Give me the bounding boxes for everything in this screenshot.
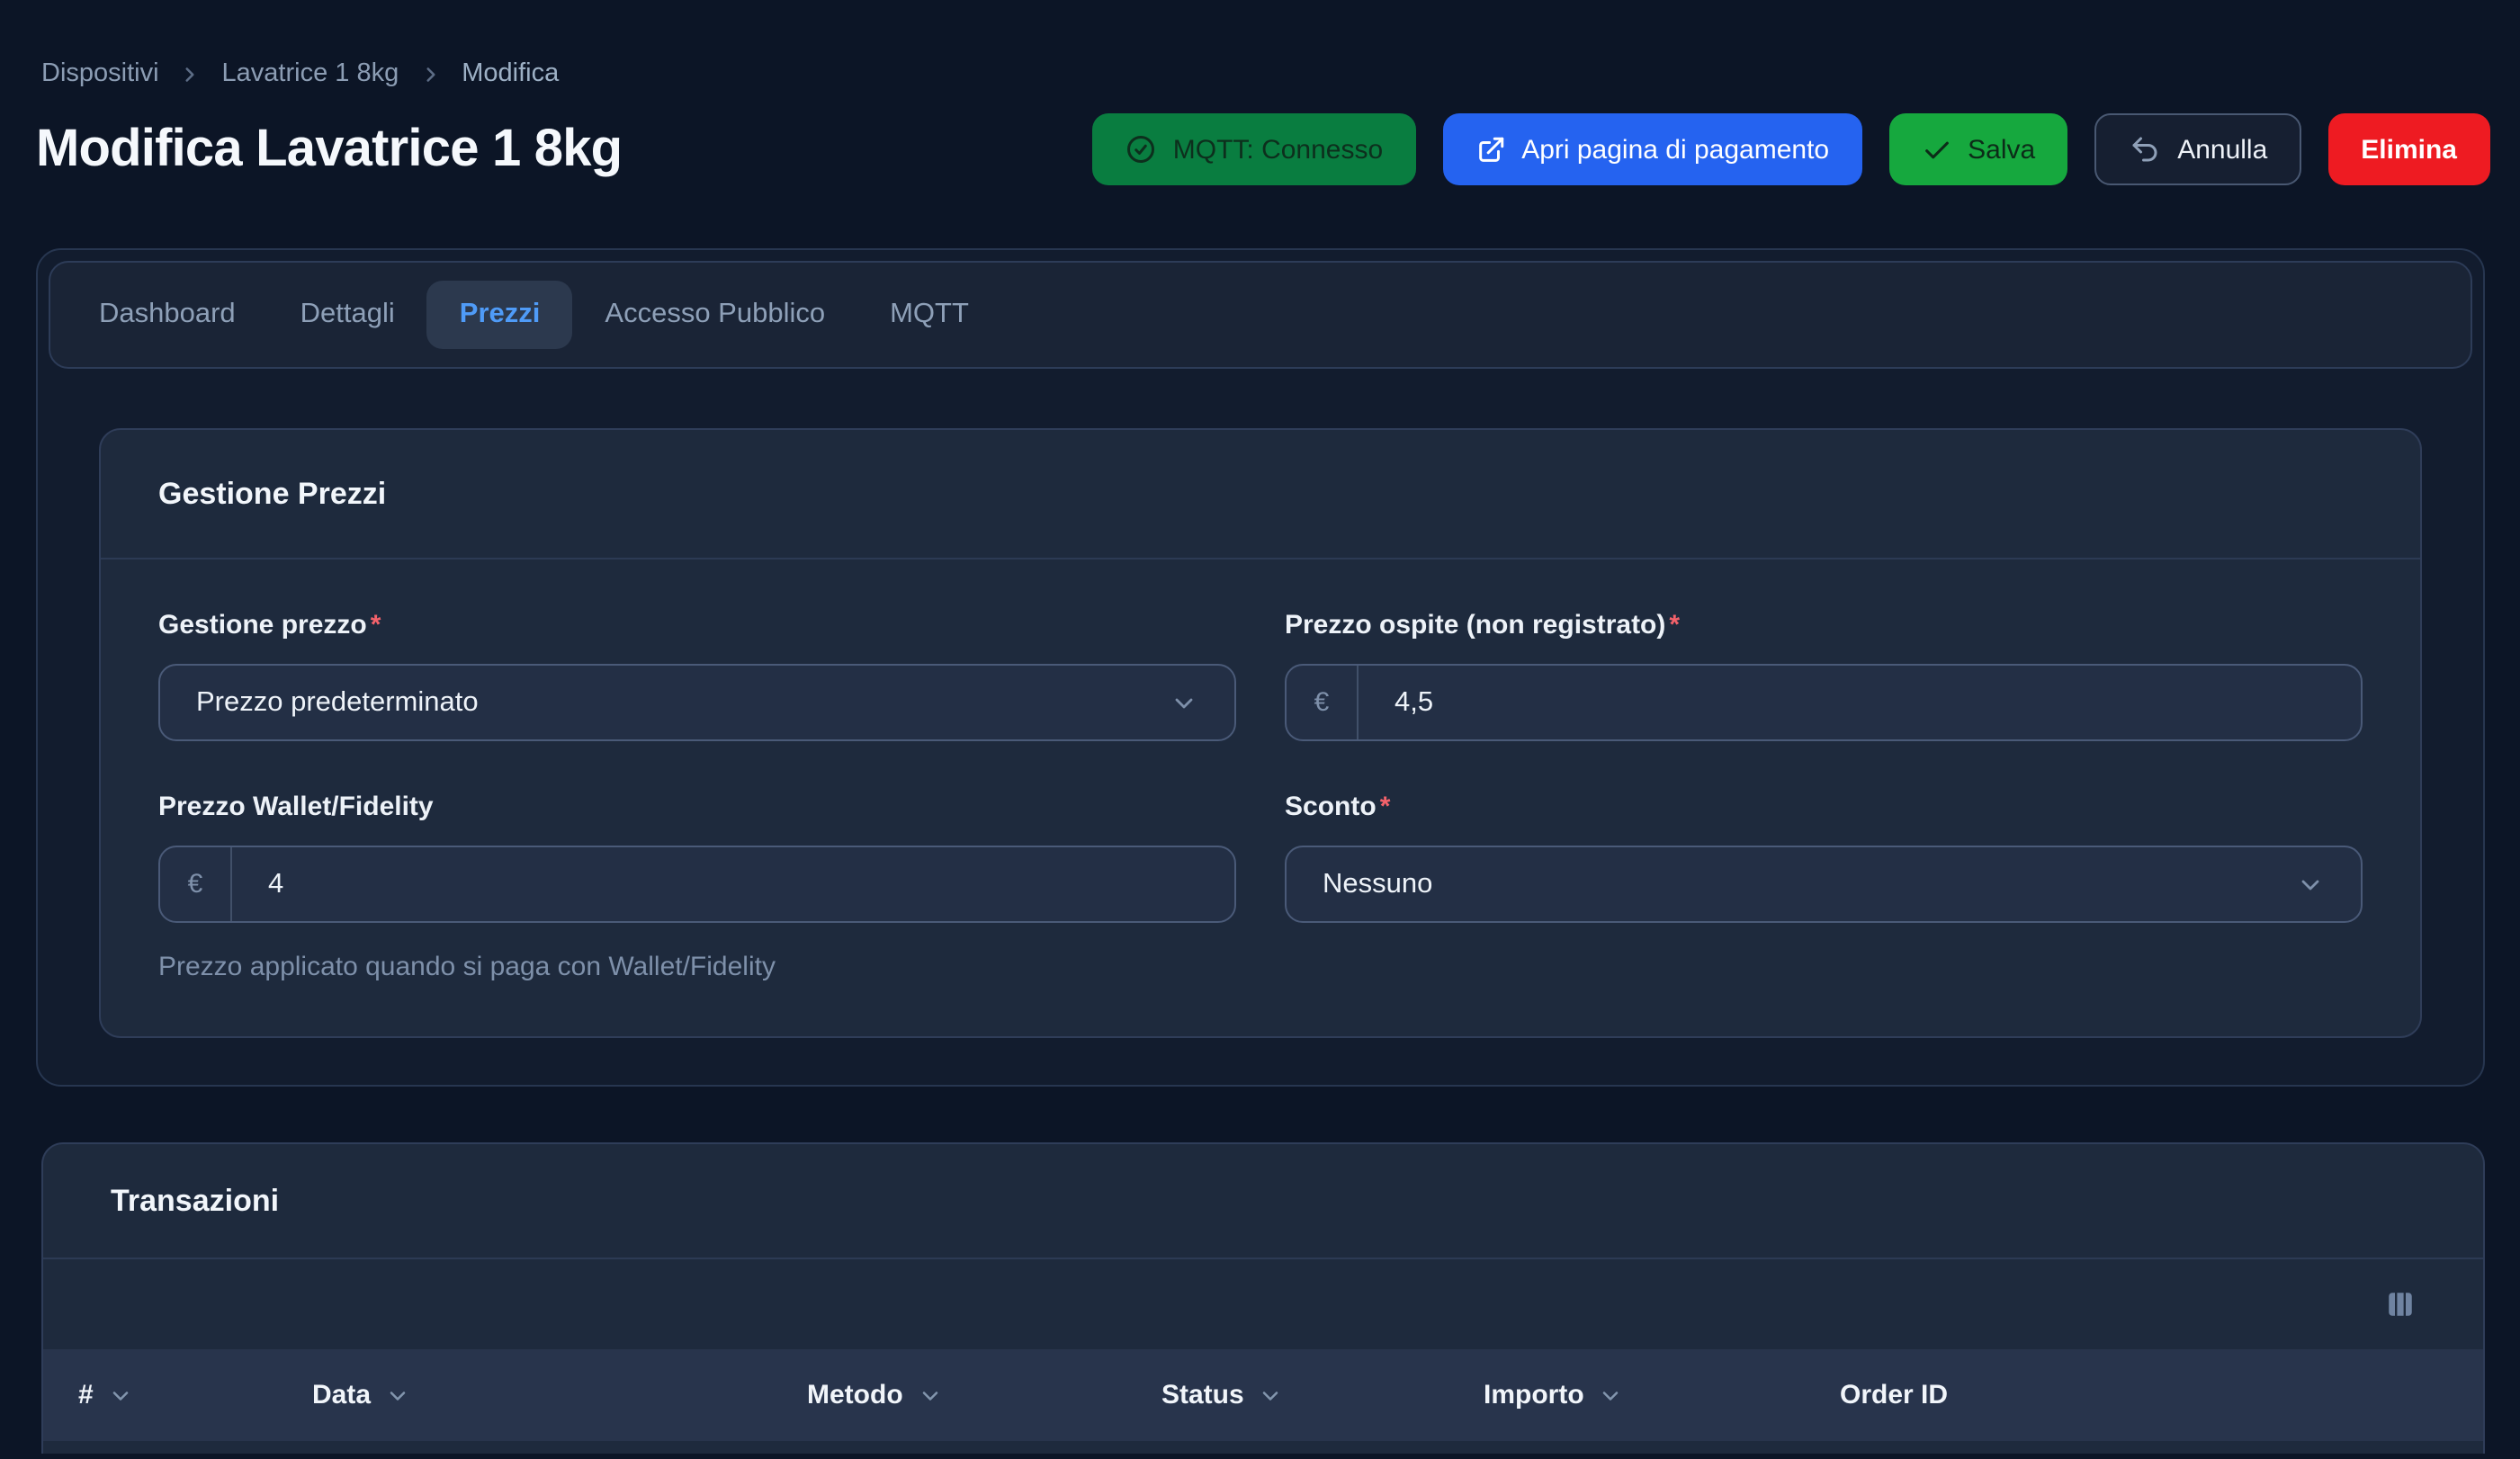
open-payment-page-label: Apri pagina di pagamento bbox=[1521, 134, 1829, 165]
delete-label: Elimina bbox=[2361, 134, 2457, 165]
sort-chevron-icon bbox=[1259, 1383, 1284, 1408]
price-mode-value: Prezzo predeterminato bbox=[196, 686, 479, 719]
currency-euro-addon: € bbox=[160, 847, 232, 921]
tab-mqtt[interactable]: MQTT bbox=[857, 281, 1001, 349]
undo-icon bbox=[2129, 133, 2161, 166]
tab-prezzi[interactable]: Prezzi bbox=[427, 281, 573, 349]
columns-icon bbox=[2384, 1288, 2417, 1320]
breadcrumb-item-modifica: Modifica bbox=[462, 59, 559, 88]
cancel-label: Annulla bbox=[2177, 134, 2267, 165]
save-label: Salva bbox=[1968, 134, 2035, 165]
chevron-down-icon bbox=[1170, 688, 1198, 717]
column-header-data[interactable]: Data bbox=[312, 1380, 807, 1410]
field-price-mode: Gestione prezzo* Prezzo predeterminato bbox=[158, 610, 1236, 741]
discount-select[interactable]: Nessuno bbox=[1285, 846, 2363, 923]
page: Dispositivi Lavatrice 1 8kg Modifica Mod… bbox=[0, 0, 2520, 1459]
sort-chevron-icon bbox=[108, 1383, 133, 1408]
price-mode-select[interactable]: Prezzo predeterminato bbox=[158, 664, 1236, 741]
mqtt-status-label: MQTT: Connesso bbox=[1173, 134, 1383, 165]
wallet-price-help-text: Prezzo applicato quando si paga con Wall… bbox=[158, 952, 1236, 982]
field-guest-price: Prezzo ospite (non registrato)* € 4,5 bbox=[1285, 610, 2363, 741]
transactions-title: Transazioni bbox=[42, 1144, 2483, 1259]
guest-price-label: Prezzo ospite (non registrato)* bbox=[1285, 610, 2363, 640]
tab-dettagli[interactable]: Dettagli bbox=[268, 281, 427, 349]
wallet-price-input-group: € 4 bbox=[158, 846, 1236, 923]
wallet-price-input[interactable]: 4 bbox=[232, 847, 1234, 921]
currency-euro-addon: € bbox=[1287, 666, 1359, 739]
discount-value: Nessuno bbox=[1323, 868, 1432, 900]
required-asterisk: * bbox=[1669, 610, 1680, 640]
guest-price-input-group: € 4,5 bbox=[1285, 664, 2363, 741]
cancel-button[interactable]: Annulla bbox=[2094, 113, 2301, 185]
column-header-order-id: Order ID bbox=[1840, 1380, 2483, 1410]
chevron-down-icon bbox=[2296, 870, 2325, 899]
pricing-card-body: Gestione prezzo* Prezzo predeterminato P… bbox=[101, 559, 2420, 1036]
breadcrumb-item-dispositivi[interactable]: Dispositivi bbox=[41, 59, 159, 88]
column-header-importo[interactable]: Importo bbox=[1484, 1380, 1840, 1410]
transactions-table-header: # Data Metodo Status Importo Order ID bbox=[42, 1349, 2483, 1441]
required-asterisk: * bbox=[1380, 792, 1391, 822]
tab-dashboard[interactable]: Dashboard bbox=[67, 281, 268, 349]
transactions-table-body bbox=[42, 1441, 2483, 1454]
column-header-status[interactable]: Status bbox=[1161, 1380, 1484, 1410]
wallet-price-label: Prezzo Wallet/Fidelity bbox=[158, 792, 1236, 822]
page-title: Modifica Lavatrice 1 8kg bbox=[36, 113, 622, 185]
column-settings-button[interactable] bbox=[2377, 1281, 2424, 1328]
column-header-number[interactable]: # bbox=[78, 1380, 312, 1410]
header-actions: MQTT: Connesso Apri pagina di pagamento … bbox=[1092, 113, 2489, 185]
page-header: Modifica Lavatrice 1 8kg MQTT: Connesso … bbox=[0, 113, 2520, 185]
required-asterisk: * bbox=[371, 610, 381, 640]
check-icon bbox=[1921, 134, 1951, 165]
transactions-card: Transazioni # Data Metodo Status bbox=[40, 1142, 2485, 1454]
sort-chevron-icon bbox=[1599, 1383, 1624, 1408]
chevron-right-icon bbox=[179, 62, 202, 85]
open-payment-page-button[interactable]: Apri pagina di pagamento bbox=[1442, 113, 1861, 185]
delete-button[interactable]: Elimina bbox=[2328, 113, 2489, 185]
field-discount: Sconto* Nessuno bbox=[1285, 792, 2363, 982]
discount-label: Sconto* bbox=[1285, 792, 2363, 822]
field-wallet-price: Prezzo Wallet/Fidelity € 4 Prezzo applic… bbox=[158, 792, 1236, 982]
sort-chevron-icon bbox=[385, 1383, 410, 1408]
mqtt-status-badge[interactable]: MQTT: Connesso bbox=[1092, 113, 1415, 185]
sort-chevron-icon bbox=[918, 1383, 943, 1408]
price-mode-label: Gestione prezzo* bbox=[158, 610, 1236, 640]
main-panel: Dashboard Dettagli Prezzi Accesso Pubbli… bbox=[36, 248, 2485, 1087]
check-circle-icon bbox=[1125, 133, 1157, 166]
tab-bar: Dashboard Dettagli Prezzi Accesso Pubbli… bbox=[49, 261, 2472, 369]
save-button[interactable]: Salva bbox=[1888, 113, 2067, 185]
guest-price-input[interactable]: 4,5 bbox=[1359, 666, 2361, 739]
tab-accesso-pubblico[interactable]: Accesso Pubblico bbox=[572, 281, 857, 349]
breadcrumb-item-device[interactable]: Lavatrice 1 8kg bbox=[222, 59, 399, 88]
transactions-toolbar bbox=[42, 1259, 2483, 1349]
chevron-right-icon bbox=[418, 62, 442, 85]
pricing-card-title: Gestione Prezzi bbox=[101, 430, 2420, 559]
column-header-metodo[interactable]: Metodo bbox=[807, 1380, 1161, 1410]
pricing-card: Gestione Prezzi Gestione prezzo* Prezzo … bbox=[99, 428, 2422, 1038]
external-link-icon bbox=[1475, 134, 1505, 165]
breadcrumb: Dispositivi Lavatrice 1 8kg Modifica bbox=[0, 0, 2520, 88]
